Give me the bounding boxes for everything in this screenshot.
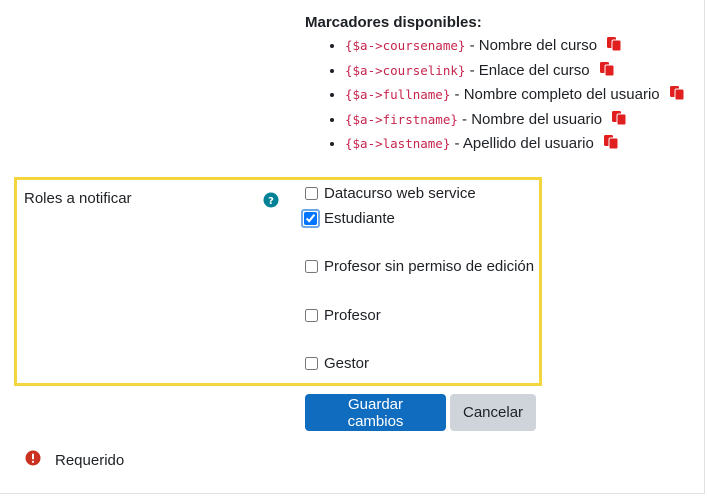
save-button[interactable]: Guardar cambios: [305, 394, 446, 431]
placeholder-desc: - Nombre del curso: [465, 37, 598, 54]
roles-label: Roles a notificar: [24, 190, 132, 207]
role-option-datacurso[interactable]: Datacurso web service: [304, 185, 476, 202]
role-option-profesor-sin-permiso[interactable]: Profesor sin permiso de edición: [304, 258, 534, 275]
list-item: {$a->courselink} - Enlace del curso: [345, 60, 685, 85]
copy-icon[interactable]: [599, 61, 615, 85]
placeholder-code: {$a->firstname}: [345, 111, 458, 127]
role-checkbox[interactable]: [305, 357, 318, 370]
role-label: Datacurso web service: [324, 185, 476, 202]
role-checkbox[interactable]: [305, 187, 318, 200]
required-label: Requerido: [55, 451, 125, 469]
role-label: Gestor: [324, 355, 370, 372]
required-note: Requerido: [25, 450, 124, 470]
placeholder-code: {$a->lastname}: [345, 136, 451, 151]
svg-text:?: ?: [268, 196, 274, 207]
placeholder-desc: - Apellido del usuario: [450, 135, 594, 152]
role-option-gestor[interactable]: Gestor: [304, 355, 369, 372]
exclamation-circle-icon: [25, 450, 41, 470]
role-label: Profesor: [324, 307, 381, 324]
role-label: Profesor sin permiso de edición: [324, 258, 535, 275]
role-label: Estudiante: [324, 210, 395, 227]
placeholder-code: {$a->fullname}: [345, 87, 451, 102]
copy-icon[interactable]: [606, 36, 622, 60]
role-checkbox[interactable]: [305, 260, 318, 273]
placeholder-desc: - Enlace del curso: [465, 61, 590, 79]
copy-icon[interactable]: [669, 85, 685, 109]
role-option-profesor[interactable]: Profesor: [304, 307, 381, 324]
placeholders-section: Marcadores disponibles: {$a->coursename}…: [305, 13, 685, 158]
placeholder-code: {$a->courselink}: [345, 62, 466, 78]
placeholder-desc: - Nombre del usuario: [457, 110, 603, 128]
role-checkbox[interactable]: [305, 309, 318, 322]
list-item: {$a->coursename} - Nombre del curso: [345, 35, 685, 60]
role-option-estudiante[interactable]: Estudiante: [301, 209, 395, 228]
cancel-button[interactable]: Cancelar: [450, 394, 536, 431]
question-circle-icon[interactable]: ?: [263, 192, 279, 212]
placeholders-list: {$a->coursename} - Nombre del curso {$a-…: [305, 35, 685, 158]
list-item: {$a->firstname} - Nombre del usuario: [345, 109, 685, 134]
focus-ring: [301, 209, 320, 228]
list-item: {$a->lastname} - Apellido del usuario: [345, 133, 685, 158]
placeholders-title: Marcadores disponibles:: [305, 14, 482, 31]
copy-icon[interactable]: [611, 110, 627, 134]
role-checkbox[interactable]: [304, 212, 317, 225]
placeholder-code: {$a->coursename}: [345, 38, 466, 53]
placeholder-desc: - Nombre completo del usuario: [450, 86, 660, 103]
list-item: {$a->fullname} - Nombre completo del usu…: [345, 84, 685, 109]
copy-icon[interactable]: [603, 134, 619, 158]
